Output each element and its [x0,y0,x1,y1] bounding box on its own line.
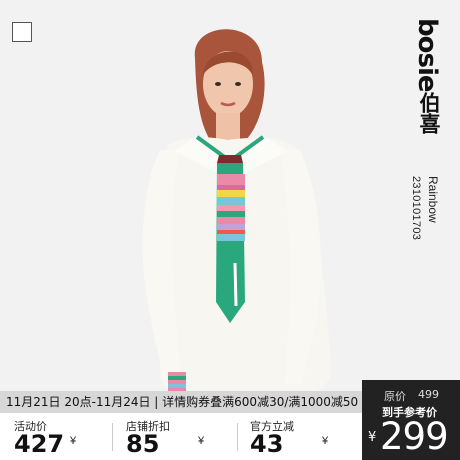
price-column-official-discount: 官方立减 ¥ 43 [250,413,350,460]
price-value: 427 [14,430,65,458]
collection-name: Rainbow [426,176,440,223]
final-price-value: 299 [380,415,449,458]
final-price-panel: 原价 499 到手参考价 ¥ 299 [362,380,460,460]
promo-banner: 11月21日 20点-11月24日 | 详情购券叠满600减30/满1000减5… [0,391,362,413]
price-breakdown: 活动价 ¥ 427 店铺折扣 ¥ 85 官方立减 ¥ 43 [0,413,362,460]
original-price-value: 499 [418,388,439,401]
select-checkbox[interactable] [12,22,32,42]
divider [237,423,238,451]
price-column-activity: 活动价 ¥ 427 [14,413,100,460]
currency-symbol: ¥ [198,435,205,447]
brand-logo: bosie [412,18,442,92]
product-code: 2310101703 [410,176,422,241]
brand-logo-chinese: 伯喜 [417,92,441,134]
price-column-store-discount: 店铺折扣 ¥ 85 [126,413,226,460]
currency-symbol: ¥ [322,435,329,447]
divider [112,423,113,451]
price-value: 85 [126,430,160,458]
currency-symbol: ¥ [70,435,77,447]
original-price-label: 原价 [384,390,406,403]
currency-symbol: ¥ [368,430,377,445]
price-value: 43 [250,430,284,458]
